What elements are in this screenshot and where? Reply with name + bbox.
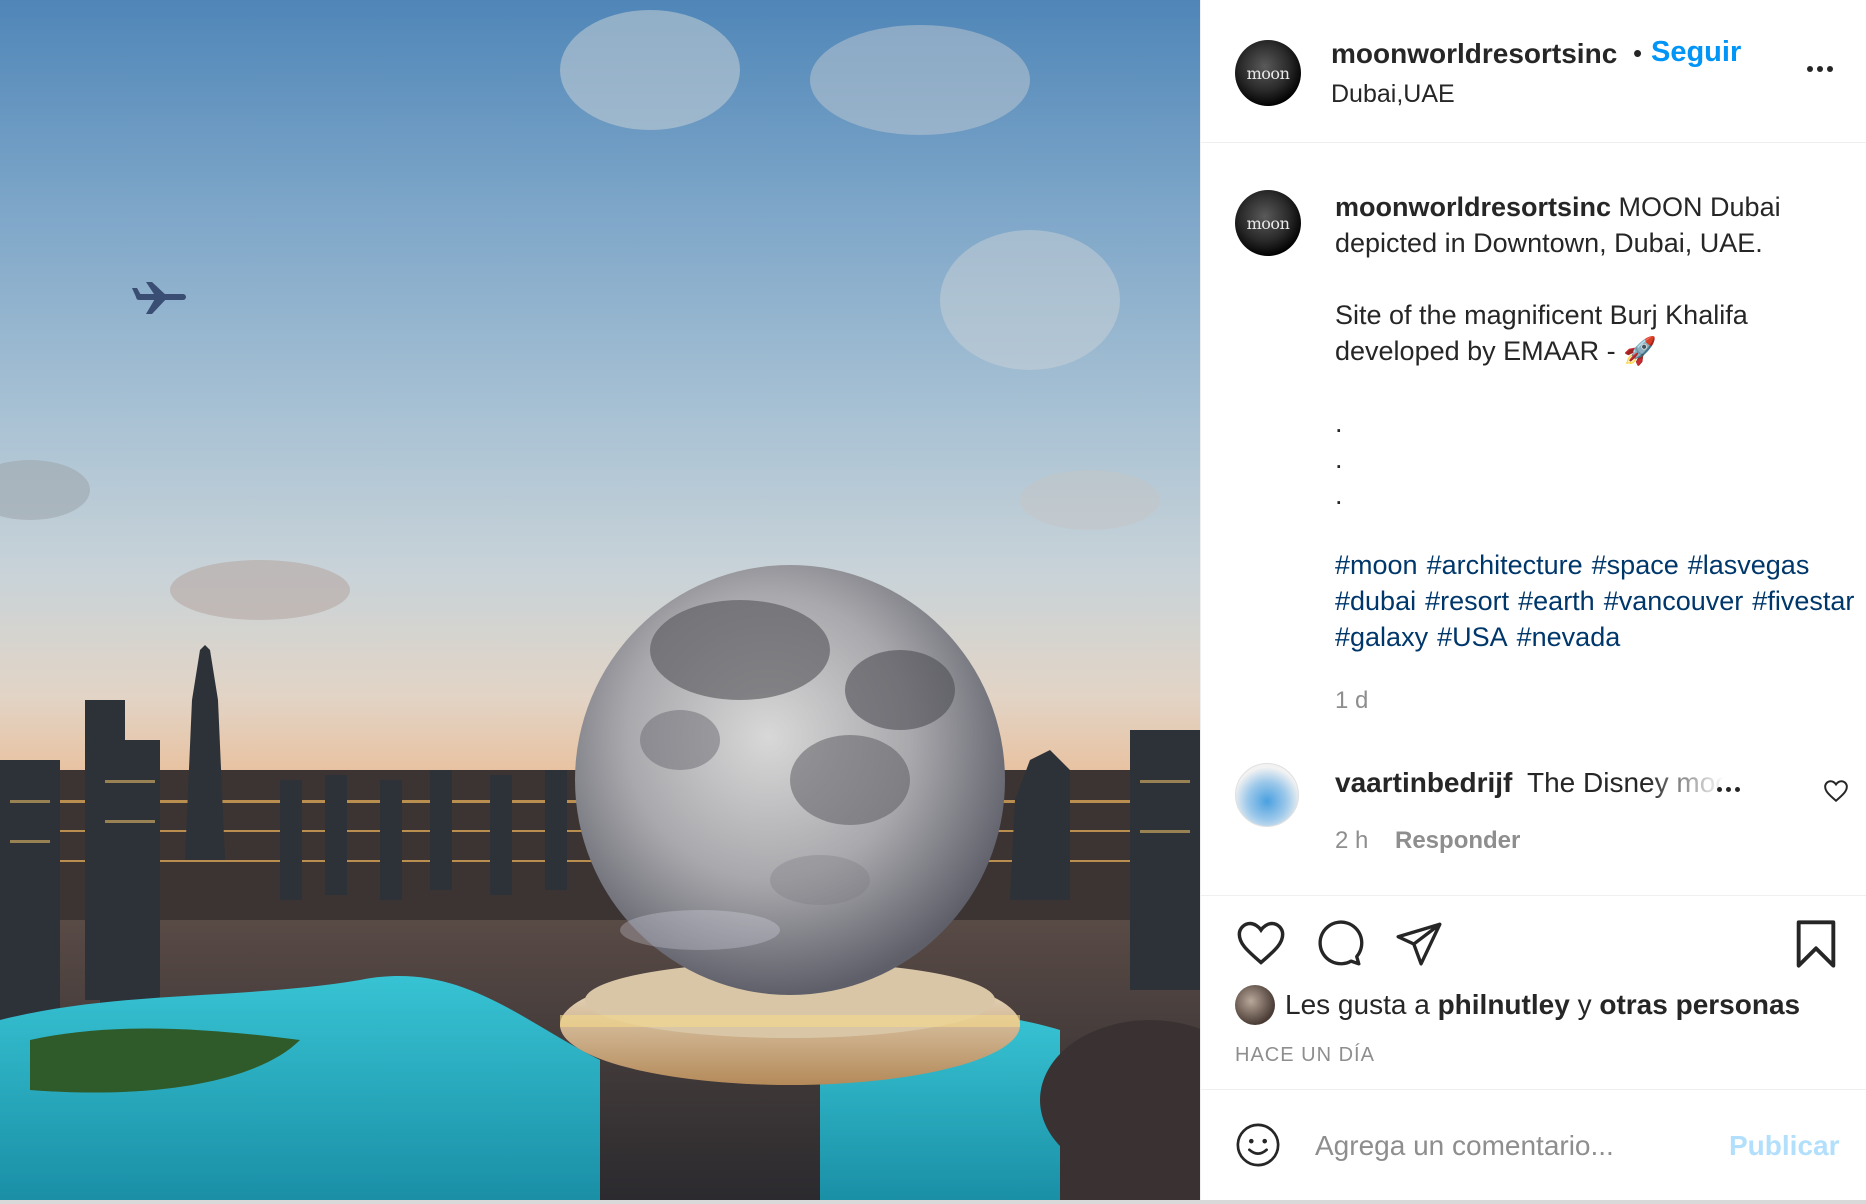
post-actions <box>1201 918 1866 974</box>
hashtag-link[interactable]: #space <box>1592 547 1679 583</box>
post-header: moon moonworldresortsinc • Seguir Dubai,… <box>1201 0 1866 143</box>
comment-text: The Disney moon <box>1527 767 1737 799</box>
hashtag-link[interactable]: #earth <box>1518 583 1595 619</box>
caption-author-avatar[interactable]: moon <box>1235 190 1301 256</box>
comment-time: 2 h <box>1335 827 1369 854</box>
publish-button[interactable]: Publicar <box>1729 1130 1839 1162</box>
likes-prefix: Les gusta a <box>1285 989 1430 1020</box>
hashtag-link[interactable]: #lasvegas <box>1688 547 1810 583</box>
share-paper-plane-icon[interactable] <box>1393 918 1445 968</box>
likes-joiner: y <box>1577 989 1592 1020</box>
airplane <box>132 282 186 314</box>
likes-others-link[interactable]: otras personas <box>1599 989 1800 1020</box>
caption-username[interactable]: moonworldresortsinc <box>1335 192 1611 222</box>
hashtag-link[interactable]: #architecture <box>1427 547 1583 583</box>
caption-age: 1 d <box>1335 687 1369 714</box>
comment-item: vaartinbedrijf The Disney moon 2 h Respo… <box>1201 755 1866 896</box>
follow-button[interactable]: Seguir <box>1651 36 1741 69</box>
hashtag-link[interactable]: #vancouver <box>1604 583 1744 619</box>
window-bottom-edge <box>0 1200 1866 1204</box>
reply-button[interactable]: Responder <box>1395 827 1520 855</box>
caption-body: MOON Dubai depicted in Downtown, Dubai, … <box>1335 192 1781 510</box>
like-heart-icon[interactable] <box>1235 918 1287 968</box>
commenter-avatar[interactable] <box>1235 763 1299 827</box>
caption-text: moonworldresortsinc MOON Dubai depicted … <box>1335 189 1855 513</box>
more-options-icon[interactable] <box>1807 54 1841 84</box>
post-timestamp[interactable]: HACE UN DÍA <box>1235 1044 1375 1067</box>
emoji-smiley-icon[interactable] <box>1235 1122 1281 1168</box>
comment-bubble-icon[interactable] <box>1313 918 1365 968</box>
commenter-username[interactable]: vaartinbedrijf <box>1335 767 1512 799</box>
author-username[interactable]: moonworldresortsinc <box>1331 38 1617 70</box>
moon-dubai-illustration <box>0 10 1200 1200</box>
likes-text: Les gusta a philnutley y otras personas <box>1285 989 1800 1021</box>
post-location[interactable]: Dubai,UAE <box>1331 80 1455 109</box>
hashtag-link[interactable]: #fivestar <box>1752 583 1854 619</box>
hashtag-link[interactable]: #resort <box>1425 583 1509 619</box>
hashtag-link[interactable]: #nevada <box>1517 619 1621 655</box>
post-photo[interactable] <box>0 0 1200 1200</box>
hashtag-link[interactable]: #galaxy <box>1335 619 1428 655</box>
hashtag-link[interactable]: #dubai <box>1335 583 1416 619</box>
post-detail-panel: moon moonworldresortsinc • Seguir Dubai,… <box>1200 0 1866 1200</box>
comment-like-heart-icon[interactable] <box>1823 779 1849 803</box>
liker-username[interactable]: philnutley <box>1438 989 1570 1020</box>
comment-input[interactable] <box>1315 1130 1715 1162</box>
separator-dot: • <box>1633 38 1643 68</box>
hashtag-list: #moon #architecture #space #lasvegas#dubai #… <box>1335 547 1865 655</box>
add-comment-bar: Publicar <box>1201 1089 1866 1201</box>
liker-avatar[interactable] <box>1235 985 1275 1025</box>
comment-more-icon[interactable] <box>1717 777 1757 801</box>
save-bookmark-icon[interactable] <box>1793 918 1839 970</box>
hashtag-link[interactable]: #USA <box>1437 619 1508 655</box>
author-avatar[interactable]: moon <box>1235 40 1301 106</box>
hashtag-link[interactable]: #moon <box>1335 547 1418 583</box>
